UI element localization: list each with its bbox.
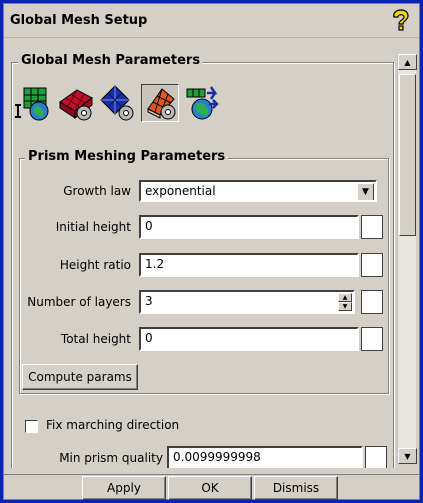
global-mesh-setup-window: Global Mesh Setup Global Mesh Parameters [3,3,420,500]
dialog-footer: Apply OK Dismiss [4,474,419,500]
scroll-down-icon[interactable]: ▼ [398,448,417,464]
growth-law-label: Growth law [63,184,131,198]
scrollbar-thumb[interactable] [399,74,416,236]
layers-spinner[interactable]: ▲ ▼ [338,293,352,311]
total-height-label: Total height [60,332,131,346]
shell-meshing-icon[interactable] [57,84,95,122]
height-ratio-input[interactable]: 1.2 [139,253,359,277]
ok-button[interactable]: OK [168,476,252,500]
number-of-layers-label: Number of layers [27,295,131,309]
prism-meshing-parameters-title: Prism Meshing Parameters [25,149,229,164]
window-title: Global Mesh Setup [10,13,148,28]
fix-marching-direction-checkbox[interactable] [25,420,38,433]
number-of-layers-value: 3 [145,294,153,308]
growth-law-value: exponential [145,184,216,198]
global-mesh-size-icon[interactable] [15,84,53,122]
global-mesh-parameters-title: Global Mesh Parameters [18,53,204,68]
min-prism-quality-extra-box[interactable] [365,446,387,468]
prism-meshing-icon[interactable] [141,84,179,122]
scroll-content: Global Mesh Parameters Prism Meshing Par… [9,44,395,468]
initial-height-input[interactable]: 0 [139,215,359,239]
initial-height-extra-box[interactable] [361,215,383,239]
min-prism-quality-input[interactable]: 0.0099999998 [167,446,363,468]
number-of-layers-extra-box[interactable] [361,290,383,314]
spin-down-icon[interactable]: ▼ [338,302,352,311]
height-ratio-label: Height ratio [59,258,131,272]
dismiss-button[interactable]: Dismiss [254,476,338,500]
growth-law-select[interactable]: exponential ▼ [139,180,377,202]
spin-up-icon[interactable]: ▲ [338,293,352,302]
apply-button[interactable]: Apply [82,476,166,500]
number-of-layers-stepper[interactable]: 3 ▲ ▼ [139,290,355,314]
total-height-extra-box[interactable] [361,327,383,351]
height-ratio-extra-box[interactable] [361,253,383,277]
total-height-input[interactable]: 0 [139,327,359,351]
volume-meshing-icon[interactable] [99,84,137,122]
help-icon[interactable] [391,9,411,33]
vertical-scrollbar[interactable]: ▲ ▼ [397,54,417,464]
periodicity-icon[interactable] [183,84,221,122]
min-prism-quality-label: Min prism quality [59,451,163,465]
scroll-up-icon[interactable]: ▲ [398,54,417,70]
compute-params-button[interactable]: Compute params [22,364,138,390]
initial-height-label: Initial height [55,220,131,234]
chevron-down-icon[interactable]: ▼ [357,183,374,200]
fix-marching-direction-label: Fix marching direction [46,418,180,432]
title-bar: Global Mesh Setup [4,4,419,38]
